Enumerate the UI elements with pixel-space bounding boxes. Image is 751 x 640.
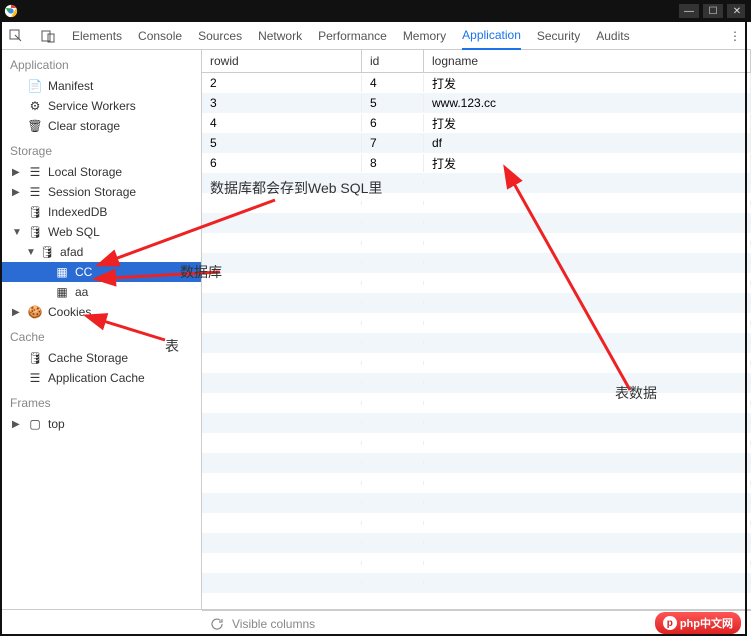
tab-network[interactable]: Network bbox=[258, 23, 302, 49]
tab-security[interactable]: Security bbox=[537, 23, 580, 49]
sidebar-item-cookies[interactable]: ▶🍪Cookies bbox=[0, 302, 201, 322]
table-row[interactable] bbox=[202, 193, 751, 213]
device-icon[interactable] bbox=[40, 28, 56, 44]
table-row[interactable] bbox=[202, 493, 751, 513]
table-row[interactable] bbox=[202, 313, 751, 333]
minimize-button[interactable]: — bbox=[679, 4, 699, 18]
section-application: Application bbox=[0, 50, 201, 76]
more-icon[interactable]: ⋮ bbox=[727, 28, 743, 44]
table-header: rowid id logname bbox=[202, 50, 751, 73]
table-row[interactable] bbox=[202, 513, 751, 533]
sidebar-item-app-cache[interactable]: ☰Application Cache bbox=[0, 368, 201, 388]
table-row[interactable] bbox=[202, 373, 751, 393]
cookie-icon: 🍪 bbox=[28, 305, 42, 319]
sidebar-item-table-cc[interactable]: ▦CC bbox=[0, 262, 201, 282]
table-row[interactable] bbox=[202, 573, 751, 593]
sidebar-item-table-aa[interactable]: ▦aa bbox=[0, 282, 201, 302]
col-id[interactable]: id bbox=[362, 50, 424, 72]
database-icon: 🛢 bbox=[28, 205, 42, 219]
table-row[interactable] bbox=[202, 413, 751, 433]
collapse-icon: ▼ bbox=[26, 247, 36, 258]
database-icon: 🛢 bbox=[40, 245, 54, 259]
collapse-icon: ▼ bbox=[12, 227, 22, 238]
tab-application[interactable]: Application bbox=[462, 22, 521, 50]
tab-sources[interactable]: Sources bbox=[198, 23, 242, 49]
application-sidebar: Application 📄Manifest ⚙Service Workers 🗑… bbox=[0, 50, 202, 609]
table-row[interactable]: 57df bbox=[202, 133, 751, 153]
gear-icon: ⚙ bbox=[28, 99, 42, 113]
document-icon: 📄 bbox=[28, 79, 42, 93]
col-rowid[interactable]: rowid bbox=[202, 50, 362, 72]
table-row[interactable] bbox=[202, 293, 751, 313]
table-row[interactable] bbox=[202, 433, 751, 453]
window-controls: — ☐ ✕ bbox=[679, 4, 747, 18]
sidebar-item-top[interactable]: ▶▢top bbox=[0, 414, 201, 434]
sidebar-item-db-afad[interactable]: ▼🛢afad bbox=[0, 242, 201, 262]
col-logname[interactable]: logname bbox=[424, 50, 751, 72]
table-row[interactable]: 46打发 bbox=[202, 113, 751, 133]
database-icon: 🛢 bbox=[28, 225, 42, 239]
table-row[interactable] bbox=[202, 553, 751, 573]
tab-memory[interactable]: Memory bbox=[403, 23, 446, 49]
tab-elements[interactable]: Elements bbox=[72, 23, 122, 49]
expand-icon: ▶ bbox=[12, 419, 20, 430]
table-row[interactable] bbox=[202, 173, 751, 193]
visible-columns-label[interactable]: Visible columns bbox=[232, 617, 315, 631]
table-row[interactable] bbox=[202, 253, 751, 273]
table-row[interactable] bbox=[202, 213, 751, 233]
table-icon: ▦ bbox=[55, 285, 69, 299]
inspect-icon[interactable] bbox=[8, 28, 24, 44]
tab-performance[interactable]: Performance bbox=[318, 23, 387, 49]
database-icon: 🛢 bbox=[28, 351, 42, 365]
table-row[interactable]: 24打发 bbox=[202, 73, 751, 93]
expand-icon: ▶ bbox=[12, 187, 20, 198]
tab-console[interactable]: Console bbox=[138, 23, 182, 49]
table-row[interactable] bbox=[202, 233, 751, 253]
table-row[interactable] bbox=[202, 393, 751, 413]
close-button[interactable]: ✕ bbox=[727, 4, 747, 18]
table-content: rowid id logname 24打发35www.123.cc46打发57d… bbox=[202, 50, 751, 609]
sidebar-item-session-storage[interactable]: ▶☰Session Storage bbox=[0, 182, 201, 202]
sidebar-item-clear-storage[interactable]: 🗑Clear storage bbox=[0, 116, 201, 136]
php-logo-icon: p bbox=[663, 616, 677, 630]
section-storage: Storage bbox=[0, 136, 201, 162]
tab-audits[interactable]: Audits bbox=[596, 23, 629, 49]
section-cache: Cache bbox=[0, 322, 201, 348]
expand-icon: ▶ bbox=[12, 167, 20, 178]
section-frames: Frames bbox=[0, 388, 201, 414]
devtools-tabbar: Elements Console Sources Network Perform… bbox=[0, 22, 751, 50]
sidebar-item-indexeddb[interactable]: 🛢IndexedDB bbox=[0, 202, 201, 222]
table-row[interactable] bbox=[202, 453, 751, 473]
table-row[interactable] bbox=[202, 353, 751, 373]
sidebar-item-service-workers[interactable]: ⚙Service Workers bbox=[0, 96, 201, 116]
table-row[interactable] bbox=[202, 333, 751, 353]
storage-icon: ☰ bbox=[28, 185, 42, 199]
maximize-button[interactable]: ☐ bbox=[703, 4, 723, 18]
table-row[interactable]: 35www.123.cc bbox=[202, 93, 751, 113]
refresh-icon[interactable] bbox=[210, 617, 224, 631]
table-row[interactable] bbox=[202, 473, 751, 493]
table-row[interactable]: 68打发 bbox=[202, 153, 751, 173]
table-row[interactable] bbox=[202, 533, 751, 553]
table-icon: ▦ bbox=[55, 265, 69, 279]
expand-icon: ▶ bbox=[12, 307, 20, 318]
storage-icon: ☰ bbox=[28, 371, 42, 385]
window-titlebar: — ☐ ✕ bbox=[0, 0, 751, 22]
table-body: 24打发35www.123.cc46打发57df68打发 bbox=[202, 73, 751, 609]
storage-icon: ☰ bbox=[28, 165, 42, 179]
frame-icon: ▢ bbox=[28, 417, 42, 431]
table-row[interactable] bbox=[202, 273, 751, 293]
clear-icon: 🗑 bbox=[28, 119, 42, 133]
sidebar-item-local-storage[interactable]: ▶☰Local Storage bbox=[0, 162, 201, 182]
sidebar-item-web-sql[interactable]: ▼🛢Web SQL bbox=[0, 222, 201, 242]
sidebar-item-manifest[interactable]: 📄Manifest bbox=[0, 76, 201, 96]
watermark: pphp中文网 bbox=[655, 612, 741, 634]
chrome-icon bbox=[4, 4, 18, 18]
sidebar-item-cache-storage[interactable]: 🛢Cache Storage bbox=[0, 348, 201, 368]
